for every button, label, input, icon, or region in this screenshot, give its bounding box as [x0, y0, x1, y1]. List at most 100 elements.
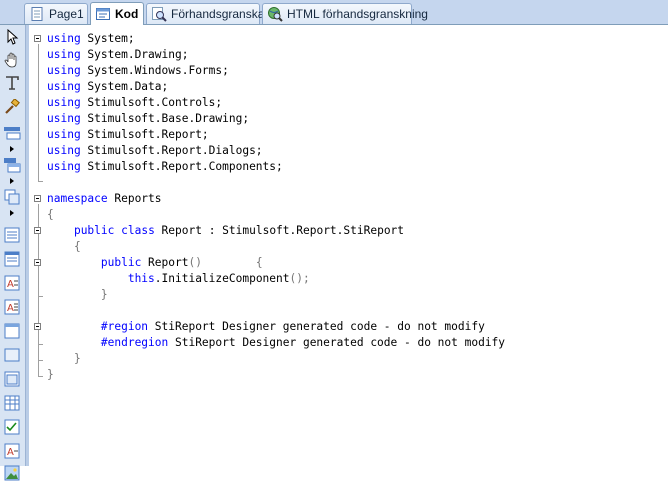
component-toolbox: A A A — [0, 25, 26, 481]
preview-magnifier-icon — [151, 6, 167, 22]
checked-list-icon[interactable] — [3, 419, 21, 435]
code-keyword: using — [47, 96, 81, 109]
code-token: .InitializeComponent — [154, 272, 290, 285]
code-text: #region StiReport Designer generated cod… — [47, 319, 485, 335]
collapse-region-icon[interactable] — [34, 259, 41, 266]
band-tool-icon[interactable] — [3, 125, 21, 141]
code-line[interactable]: } — [29, 351, 668, 367]
text-component-icon[interactable]: A — [3, 275, 21, 291]
code-token: } — [100, 288, 108, 301]
tab-html-forhandsgranskning[interactable]: HTML förhandsgranskning — [262, 3, 428, 24]
subreport-icon[interactable] — [3, 189, 21, 205]
code-token: Report : Stimulsoft.Report.StiReport — [154, 224, 405, 237]
code-token: System; — [80, 32, 135, 45]
code-line[interactable]: using System; — [29, 31, 668, 47]
expand-arrow-icon[interactable] — [9, 146, 15, 152]
code-text: { — [47, 239, 81, 255]
code-token: Reports — [107, 192, 162, 205]
code-keyword: this — [127, 272, 155, 285]
code-keyword: using — [47, 64, 81, 77]
cross-band-icon[interactable] — [3, 157, 21, 173]
image-icon[interactable] — [3, 465, 21, 481]
tab-html-forhandsgranskning-label: HTML förhandsgranskning — [287, 7, 428, 21]
collapse-region-icon[interactable] — [34, 227, 41, 234]
hand-pan-icon[interactable] — [3, 52, 21, 68]
code-line[interactable]: using Stimulsoft.Base.Drawing; — [29, 111, 668, 127]
code-line[interactable]: public class Report : Stimulsoft.Report.… — [29, 223, 668, 239]
check-box-icon[interactable] — [3, 395, 21, 411]
code-line[interactable]: } — [29, 367, 668, 383]
code-line[interactable]: using Stimulsoft.Report.Components; — [29, 159, 668, 175]
format-painter-icon[interactable] — [3, 99, 21, 115]
code-line[interactable] — [29, 303, 668, 319]
code-line[interactable]: namespace Reports — [29, 191, 668, 207]
code-line[interactable]: #region StiReport Designer generated cod… — [29, 319, 668, 335]
tab-forhandsgranska-label: Förhandsgranska — [171, 7, 265, 21]
code-token: () — [188, 256, 202, 269]
text-box-icon[interactable]: A — [3, 443, 21, 459]
code-line[interactable]: using System.Drawing; — [29, 47, 668, 63]
rich-text-icon[interactable]: A — [3, 299, 21, 315]
code-text: using System.Data; — [47, 79, 168, 95]
code-token: System.Data; — [80, 80, 169, 93]
code-token: Stimulsoft.Controls; — [80, 96, 223, 109]
code-text: } — [47, 367, 54, 383]
text-tool-icon[interactable] — [3, 75, 21, 91]
code-token: StiReport Designer generated code - do n… — [168, 336, 506, 349]
code-token: { — [73, 240, 81, 253]
svg-text:A: A — [7, 447, 14, 458]
code-token: StiReport Designer generated code - do n… — [148, 320, 485, 333]
tab-kod[interactable]: Kod — [90, 2, 144, 25]
code-token: System.Drawing; — [80, 48, 189, 61]
expand-arrow-icon[interactable] — [9, 178, 15, 184]
code-line[interactable]: using Stimulsoft.Report; — [29, 127, 668, 143]
code-keyword: using — [47, 128, 81, 141]
code-line[interactable]: { — [29, 239, 668, 255]
code-icon — [95, 6, 111, 22]
code-line[interactable]: } — [29, 287, 668, 303]
table-icon[interactable] — [3, 371, 21, 387]
panel-icon[interactable] — [3, 323, 21, 339]
select-pointer-icon[interactable] — [3, 29, 21, 45]
code-text: using System.Drawing; — [47, 47, 188, 63]
code-line[interactable]: using System.Data; — [29, 79, 668, 95]
tab-page1[interactable]: Page1 — [24, 3, 88, 24]
code-editor[interactable]: using System; using System.Drawing; using … — [29, 25, 668, 466]
code-token: } — [47, 368, 54, 381]
code-text: this.InitializeComponent(); — [47, 271, 310, 287]
code-text: using System; — [47, 31, 135, 47]
tab-kod-label: Kod — [115, 7, 139, 21]
code-line[interactable]: this.InitializeComponent(); — [29, 271, 668, 287]
code-token: (); — [289, 272, 310, 285]
page-header-icon[interactable] — [3, 227, 21, 243]
collapse-region-icon[interactable] — [34, 35, 41, 42]
code-text: { — [47, 207, 54, 223]
tab-forhandsgranska[interactable]: Förhandsgranska — [146, 3, 264, 24]
code-token: Stimulsoft.Report.Dialogs; — [80, 144, 263, 157]
code-line[interactable]: using Stimulsoft.Controls; — [29, 95, 668, 111]
code-line[interactable]: public Report() { — [29, 255, 668, 271]
code-line[interactable]: #endregion StiReport Designer generated … — [29, 335, 668, 351]
code-line[interactable]: using System.Windows.Forms; — [29, 63, 668, 79]
code-line[interactable] — [29, 175, 668, 191]
collapse-region-icon[interactable] — [34, 323, 41, 330]
code-text: using Stimulsoft.Base.Drawing; — [47, 111, 249, 127]
code-token: Stimulsoft.Report.Components; — [80, 160, 283, 173]
code-line[interactable]: using Stimulsoft.Report.Dialogs; — [29, 143, 668, 159]
code-keyword: public — [100, 256, 142, 269]
code-token: { — [255, 256, 263, 269]
code-token: System.Windows.Forms; — [80, 64, 229, 77]
code-text: using Stimulsoft.Controls; — [47, 95, 222, 111]
code-keyword: using — [47, 144, 81, 157]
html-preview-globe-icon — [267, 6, 283, 22]
data-band-icon[interactable] — [3, 251, 21, 267]
code-keyword: class — [121, 224, 155, 237]
code-line[interactable]: { — [29, 207, 668, 223]
expand-arrow-icon[interactable] — [9, 210, 15, 216]
collapse-region-icon[interactable] — [34, 195, 41, 202]
shape-icon[interactable] — [3, 347, 21, 363]
code-keyword: public — [73, 224, 115, 237]
